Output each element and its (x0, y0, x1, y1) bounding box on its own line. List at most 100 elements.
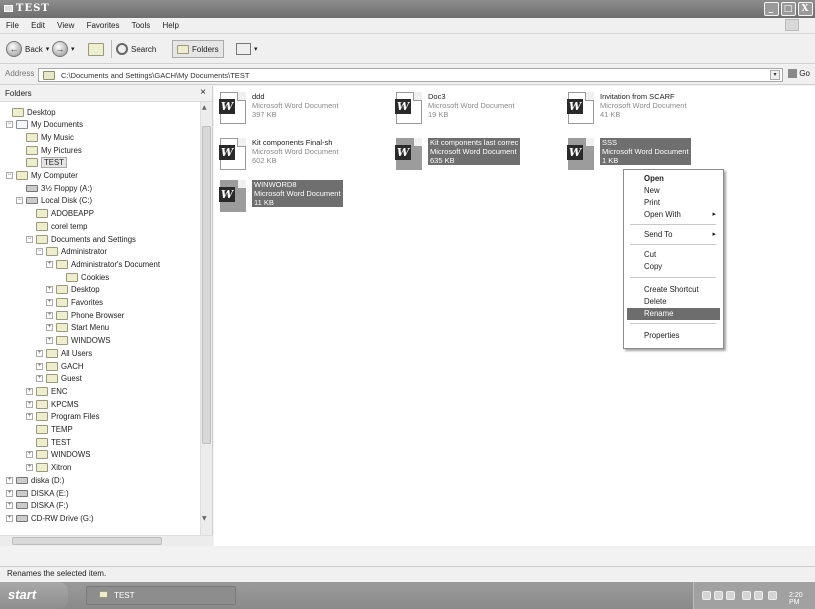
tree-item[interactable]: − Documents and Settings (26, 233, 136, 245)
tree-item[interactable]: + DISKA (E:) (6, 487, 69, 499)
tree-item[interactable]: + Program Files (26, 411, 100, 423)
tree-expander-icon[interactable]: + (46, 299, 53, 306)
tree-expander-icon[interactable]: + (26, 413, 33, 421)
tree-vertical-scrollbar[interactable]: ▲ ▼ (200, 102, 212, 535)
minimize-button[interactable]: _ (764, 2, 779, 16)
go-button[interactable]: Go (788, 69, 810, 79)
context-menu-item-rename[interactable]: Rename (627, 308, 720, 320)
tree-expander-icon[interactable]: + (6, 476, 13, 484)
tree-item[interactable]: − My Computer (6, 170, 78, 182)
menu-view[interactable]: View (57, 21, 74, 30)
file-item[interactable]: W Doc3 Microsoft Word Document 19 KB (392, 90, 562, 130)
context-menu-item-create-shortcut[interactable]: Create Shortcut (627, 284, 720, 296)
menu-help[interactable]: Help (163, 21, 179, 30)
menu-favorites[interactable]: Favorites (87, 21, 120, 30)
scroll-thumb[interactable] (12, 537, 162, 545)
tree-item[interactable]: Desktop (2, 106, 56, 118)
tree-item[interactable]: + Favorites (46, 297, 103, 309)
tree-item[interactable]: TEST (16, 157, 67, 169)
tree-item[interactable]: ADOBEAPP (26, 208, 94, 220)
tree-item[interactable]: − Administrator (36, 246, 107, 258)
tree-item[interactable]: corel temp (26, 220, 87, 232)
tree-item[interactable]: + Xitron (26, 462, 71, 474)
tree-item[interactable]: TEMP (26, 424, 73, 436)
file-item[interactable]: W Kit components last correc Microsoft Wor… (392, 136, 562, 176)
tray-icon[interactable] (726, 591, 735, 600)
tree-item[interactable]: + WINDOWS (26, 449, 90, 461)
context-menu-item-cut[interactable]: Cut (627, 249, 720, 261)
tree-item[interactable]: + Phone Browser (46, 309, 124, 321)
scroll-thumb[interactable] (202, 126, 211, 444)
file-item[interactable]: W Invitation from SCARF Microsoft Word Doc… (564, 90, 734, 130)
close-pane-icon[interactable]: × (200, 87, 206, 98)
tree-item[interactable]: + DISKA (F:) (6, 500, 68, 512)
tree-expander-icon[interactable]: − (36, 248, 43, 256)
tree-expander-icon[interactable]: + (26, 387, 33, 395)
start-button[interactable]: start (0, 582, 68, 609)
tree-expander-icon[interactable]: − (6, 172, 13, 179)
search-button[interactable]: Search (116, 40, 156, 58)
back-button[interactable]: ← Back ▾ (6, 40, 49, 58)
tree-item[interactable]: + Guest (36, 373, 82, 385)
views-button[interactable]: ▾ (236, 40, 258, 58)
tree-expander-icon[interactable]: + (46, 286, 53, 294)
file-item[interactable]: W WINWORD8 Microsoft Word Document 11 KB (216, 178, 386, 218)
close-button[interactable]: X (798, 2, 813, 16)
context-menu-item-open[interactable]: Open (627, 173, 720, 185)
tree-expander-icon[interactable]: + (46, 324, 53, 332)
tree-expander-icon[interactable]: + (6, 502, 13, 510)
forward-button[interactable]: → ▾ (52, 40, 75, 58)
tree-item[interactable]: + GACH (36, 360, 84, 372)
tree-item[interactable]: + Desktop (46, 284, 100, 296)
tree-item[interactable]: + Administrator's Document (46, 258, 160, 270)
volume-icon[interactable] (768, 591, 777, 600)
tree-item[interactable]: − Local Disk (C:) (16, 195, 92, 207)
menu-file[interactable]: File (6, 21, 19, 30)
tree-item[interactable]: My Music (16, 131, 74, 143)
tree-horizontal-scrollbar[interactable] (0, 535, 213, 546)
scroll-down-icon[interactable]: ▼ (202, 515, 207, 522)
tree-item[interactable]: 3½ Floppy (A:) (16, 182, 92, 194)
context-menu-item-print[interactable]: Print (627, 197, 720, 209)
up-button[interactable] (88, 40, 104, 58)
tree-expander-icon[interactable]: + (36, 349, 43, 357)
context-menu-item-open-with[interactable]: Open With ▸ (627, 209, 720, 221)
tree-expander-icon[interactable]: + (46, 260, 53, 268)
tree-expander-icon[interactable]: + (26, 464, 33, 472)
file-item[interactable]: W Kit components Final-sh Microsoft Word D… (216, 136, 386, 176)
scroll-up-icon[interactable]: ▲ (202, 104, 207, 111)
context-menu-item-copy[interactable]: Copy (627, 261, 720, 273)
tree-expander-icon[interactable]: − (26, 235, 33, 243)
tree-item[interactable]: + WINDOWS (46, 335, 110, 347)
title-bar[interactable]: TEST _ □ X (0, 0, 815, 18)
tree-item[interactable]: + diska (D:) (6, 474, 64, 486)
tree-item[interactable]: + All Users (36, 347, 92, 359)
folders-button[interactable]: Folders (172, 40, 224, 58)
context-menu-item-delete[interactable]: Delete (627, 296, 720, 308)
tree-expander-icon[interactable]: + (26, 451, 33, 459)
context-menu-item-new[interactable]: New (627, 185, 720, 197)
address-dropdown-icon[interactable]: ▾ (770, 70, 780, 80)
tree-item[interactable]: + Start Menu (46, 322, 109, 334)
tree-item[interactable]: TEST (26, 436, 71, 448)
maximize-button[interactable]: □ (781, 2, 796, 16)
tray-icon[interactable] (702, 591, 711, 600)
tree-item[interactable]: My Pictures (16, 144, 82, 156)
tree-expander-icon[interactable]: + (36, 375, 43, 383)
tree-expander-icon[interactable]: + (26, 400, 33, 408)
context-menu-item-send-to[interactable]: Send To ▸ (627, 229, 720, 241)
tray-icon[interactable] (714, 591, 723, 600)
file-item[interactable]: Wddd Microsoft Word Document 397 KB (216, 90, 386, 130)
menu-tools[interactable]: Tools (132, 21, 151, 30)
tree-expander-icon[interactable]: + (46, 337, 53, 345)
tree-item[interactable]: Cookies (56, 271, 109, 283)
tree-expander-icon[interactable]: + (46, 311, 53, 319)
context-menu-item-properties[interactable]: Properties (627, 330, 720, 342)
tree-expander-icon[interactable]: + (36, 362, 43, 370)
tree-expander-icon[interactable]: + (6, 489, 13, 497)
tree-expander-icon[interactable]: + (6, 514, 13, 522)
taskbar-item-test[interactable]: TEST (86, 586, 236, 605)
menu-edit[interactable]: Edit (31, 21, 45, 30)
tray-icon[interactable] (754, 591, 763, 600)
tree-item[interactable]: − My Documents (6, 119, 83, 131)
